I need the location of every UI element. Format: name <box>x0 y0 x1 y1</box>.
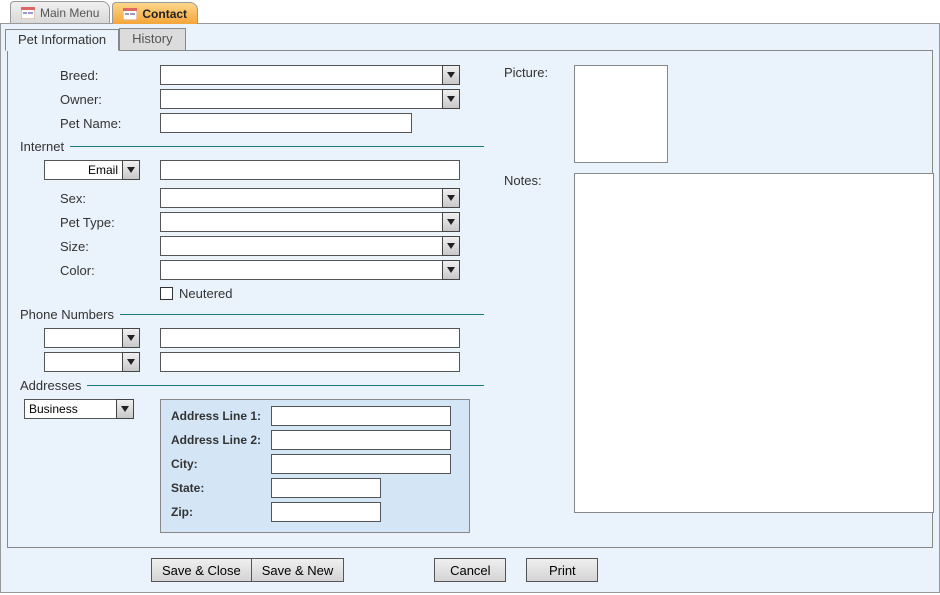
pet-name-label: Pet Name: <box>60 116 160 131</box>
dropdown-icon[interactable] <box>442 260 460 280</box>
breed-input[interactable] <box>160 65 442 85</box>
addresses-section-label: Addresses <box>20 378 87 393</box>
tab-contact-label: Contact <box>142 7 187 21</box>
neutered-checkbox[interactable] <box>160 287 173 300</box>
addr-line2-input[interactable] <box>271 430 451 450</box>
tab-pet-information[interactable]: Pet Information <box>5 29 119 51</box>
phone2-type-input[interactable] <box>44 352 122 372</box>
city-label: City: <box>171 457 271 471</box>
address-type-input[interactable] <box>24 399 116 419</box>
tab-contact[interactable]: Contact <box>112 2 198 24</box>
zip-label: Zip: <box>171 505 271 519</box>
form-panel: Breed: Owner: Pet <box>7 50 933 548</box>
action-bar: Save & Close Save & New Cancel Print <box>7 558 933 582</box>
phone2-type-combo[interactable] <box>44 352 140 372</box>
phone1-type-input[interactable] <box>44 328 122 348</box>
document-tabs: Main Menu Contact <box>0 0 940 24</box>
picture-box[interactable] <box>574 65 668 163</box>
neutered-label: Neutered <box>179 286 232 301</box>
zip-input[interactable] <box>271 502 381 522</box>
sex-label: Sex: <box>60 191 160 206</box>
dropdown-icon[interactable] <box>442 65 460 85</box>
divider-line <box>70 146 484 147</box>
save-close-button[interactable]: Save & Close <box>151 558 252 582</box>
addr-line1-input[interactable] <box>271 406 451 426</box>
color-input[interactable] <box>160 260 442 280</box>
section-addresses: Addresses <box>20 378 484 393</box>
notes-label: Notes: <box>504 173 564 188</box>
phone-section-label: Phone Numbers <box>20 307 120 322</box>
email-value-input[interactable] <box>160 160 460 180</box>
pet-type-input[interactable] <box>160 212 442 232</box>
pet-type-combo[interactable] <box>160 212 460 232</box>
divider-line <box>120 314 484 315</box>
state-input[interactable] <box>271 478 381 498</box>
owner-combo[interactable] <box>160 89 460 109</box>
phone1-type-combo[interactable] <box>44 328 140 348</box>
owner-label: Owner: <box>60 92 160 107</box>
address-type-combo[interactable] <box>24 399 134 419</box>
dropdown-icon[interactable] <box>442 236 460 256</box>
workspace: Main Menu Contact Pet Information Histor… <box>0 0 940 595</box>
inner-tabs: Pet Information History <box>5 28 933 50</box>
form-content: Pet Information History Breed: Owner: <box>0 24 940 593</box>
dropdown-icon[interactable] <box>122 352 140 372</box>
dropdown-icon[interactable] <box>116 399 134 419</box>
sex-input[interactable] <box>160 188 442 208</box>
email-type-combo[interactable] <box>44 160 140 180</box>
form-icon <box>123 8 137 20</box>
size-combo[interactable] <box>160 236 460 256</box>
tab-history[interactable]: History <box>119 28 185 50</box>
addr-line2-label: Address Line 2: <box>171 433 271 447</box>
right-column: Picture: Notes: <box>504 65 934 533</box>
breed-label: Breed: <box>60 68 160 83</box>
pet-type-label: Pet Type: <box>60 215 160 230</box>
dropdown-icon[interactable] <box>442 212 460 232</box>
save-new-button[interactable]: Save & New <box>251 558 345 582</box>
neutered-row: Neutered <box>160 286 484 301</box>
internet-section-label: Internet <box>20 139 70 154</box>
tab-main-menu[interactable]: Main Menu <box>10 1 110 23</box>
email-type-input[interactable] <box>44 160 122 180</box>
notes-textarea[interactable] <box>574 173 934 513</box>
tab-main-menu-label: Main Menu <box>40 6 99 20</box>
pet-name-input[interactable] <box>160 113 412 133</box>
print-button[interactable]: Print <box>526 558 598 582</box>
picture-label: Picture: <box>504 65 564 80</box>
color-label: Color: <box>60 263 160 278</box>
cancel-button[interactable]: Cancel <box>434 558 506 582</box>
sex-combo[interactable] <box>160 188 460 208</box>
dropdown-icon[interactable] <box>122 328 140 348</box>
color-combo[interactable] <box>160 260 460 280</box>
dropdown-icon[interactable] <box>442 89 460 109</box>
phone2-value-input[interactable] <box>160 352 460 372</box>
left-column: Breed: Owner: Pet <box>24 65 484 533</box>
addr-line1-label: Address Line 1: <box>171 409 271 423</box>
address-panel: Address Line 1: Address Line 2: City: <box>160 399 470 533</box>
divider-line <box>87 385 484 386</box>
dropdown-icon[interactable] <box>122 160 140 180</box>
size-input[interactable] <box>160 236 442 256</box>
breed-combo[interactable] <box>160 65 460 85</box>
state-label: State: <box>171 481 271 495</box>
form-icon <box>21 7 35 19</box>
dropdown-icon[interactable] <box>442 188 460 208</box>
owner-input[interactable] <box>160 89 442 109</box>
section-internet: Internet <box>20 139 484 154</box>
city-input[interactable] <box>271 454 451 474</box>
section-phone: Phone Numbers <box>20 307 484 322</box>
phone1-value-input[interactable] <box>160 328 460 348</box>
size-label: Size: <box>60 239 160 254</box>
